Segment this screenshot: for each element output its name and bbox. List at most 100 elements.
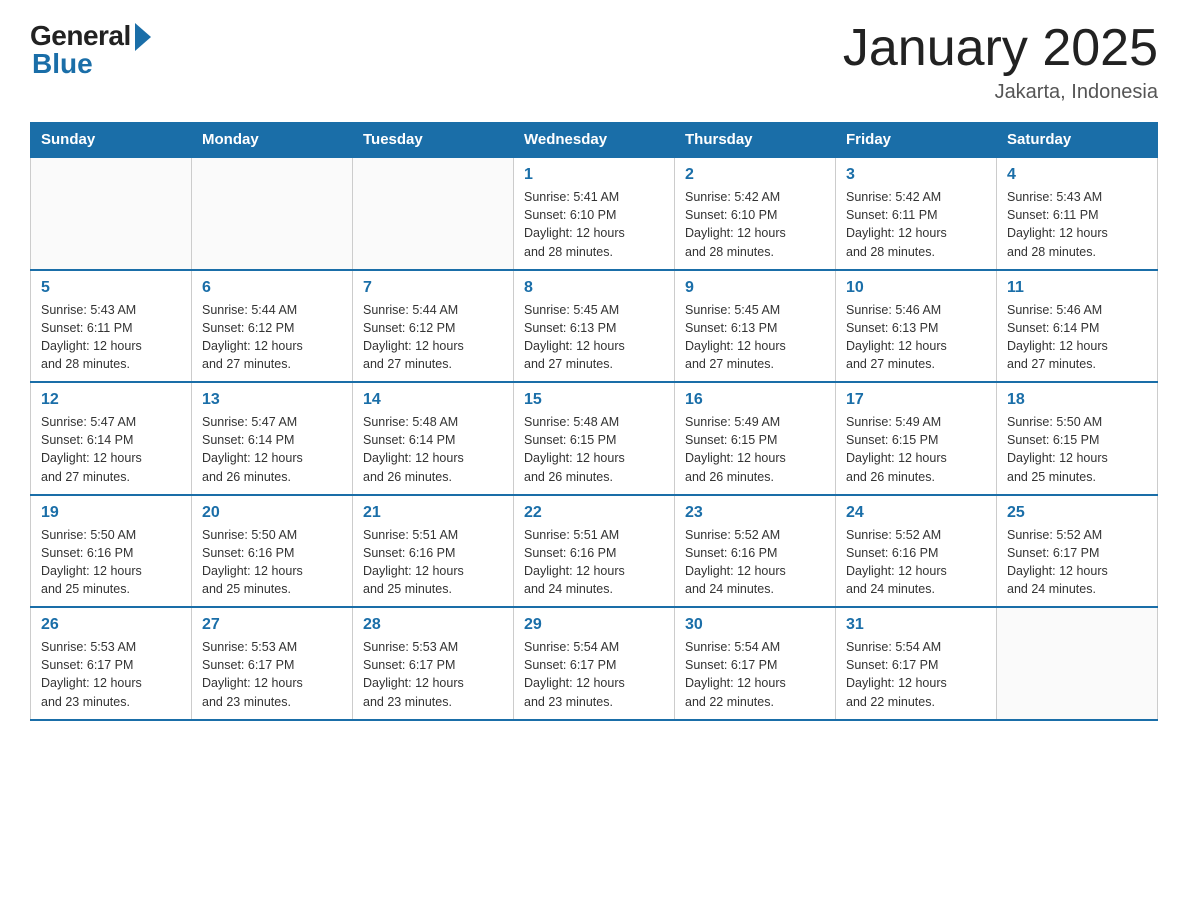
table-row: 16 Sunrise: 5:49 AMSunset: 6:15 PMDayligh…: [675, 382, 836, 495]
day-number: 13: [202, 391, 342, 409]
day-info: Sunrise: 5:46 AMSunset: 6:14 PMDaylight:…: [1007, 301, 1147, 374]
day-info: Sunrise: 5:53 AMSunset: 6:17 PMDaylight:…: [363, 638, 503, 711]
day-number: 17: [846, 391, 986, 409]
table-row: 20Sunrise: 5:50 AMSunset: 6:16 PMDayligh…: [192, 495, 353, 608]
day-info: Sunrise: 5:52 AMSunset: 6:16 PMDaylight:…: [685, 526, 825, 599]
table-row: 12 Sunrise: 5:47 AMSunset: 6:14 PMDayligh…: [31, 382, 192, 495]
calendar-table: Sunday Monday Tuesday Wednesday Thursday…: [30, 122, 1158, 721]
calendar-week-5: 26 Sunrise: 5:53 AMSunset: 6:17 PMDayligh…: [31, 607, 1158, 720]
day-info: Sunrise: 5:54 AMSunset: 6:17 PMDaylight:…: [846, 638, 986, 711]
day-number: 6: [202, 279, 342, 297]
day-number: 19: [41, 504, 181, 522]
table-row: 26 Sunrise: 5:53 AMSunset: 6:17 PMDayligh…: [31, 607, 192, 720]
day-info: Sunrise: 5:42 AMSunset: 6:10 PMDaylight:…: [685, 188, 825, 261]
logo-blue-text: Blue: [32, 48, 93, 80]
day-number: 8: [524, 279, 664, 297]
logo: General Blue: [30, 20, 151, 80]
day-number: 3: [846, 166, 986, 184]
table-row: [31, 157, 192, 270]
table-row: 14 Sunrise: 5:48 AMSunset: 6:14 PMDayligh…: [353, 382, 514, 495]
day-info: Sunrise: 5:53 AMSunset: 6:17 PMDaylight:…: [202, 638, 342, 711]
header-tuesday: Tuesday: [353, 123, 514, 158]
header-monday: Monday: [192, 123, 353, 158]
header-saturday: Saturday: [997, 123, 1158, 158]
table-row: 2Sunrise: 5:42 AMSunset: 6:10 PMDaylight…: [675, 157, 836, 270]
day-number: 16: [685, 391, 825, 409]
calendar-week-4: 19 Sunrise: 5:50 AMSunset: 6:16 PMDayligh…: [31, 495, 1158, 608]
day-number: 1: [524, 166, 664, 184]
day-number: 11: [1007, 279, 1147, 297]
calendar-header-row: Sunday Monday Tuesday Wednesday Thursday…: [31, 123, 1158, 158]
calendar-title: January 2025: [843, 20, 1158, 77]
day-number: 9: [685, 279, 825, 297]
day-info: Sunrise: 5:45 AMSunset: 6:13 PMDaylight:…: [524, 301, 664, 374]
day-number: 30: [685, 616, 825, 634]
header-sunday: Sunday: [31, 123, 192, 158]
day-number: 22: [524, 504, 664, 522]
day-number: 5: [41, 279, 181, 297]
day-info: Sunrise: 5:47 AMSunset: 6:14 PMDaylight:…: [202, 413, 342, 486]
day-number: 10: [846, 279, 986, 297]
table-row: 23 Sunrise: 5:52 AMSunset: 6:16 PMDayligh…: [675, 495, 836, 608]
day-number: 21: [363, 504, 503, 522]
day-number: 26: [41, 616, 181, 634]
table-row: 24 Sunrise: 5:52 AMSunset: 6:16 PMDayligh…: [836, 495, 997, 608]
header-wednesday: Wednesday: [514, 123, 675, 158]
table-row: 3 Sunrise: 5:42 AMSunset: 6:11 PMDaylight…: [836, 157, 997, 270]
table-row: 4 Sunrise: 5:43 AMSunset: 6:11 PMDaylight…: [997, 157, 1158, 270]
day-number: 15: [524, 391, 664, 409]
day-number: 27: [202, 616, 342, 634]
day-number: 14: [363, 391, 503, 409]
calendar-week-1: 1Sunrise: 5:41 AMSunset: 6:10 PMDaylight…: [31, 157, 1158, 270]
table-row: 10 Sunrise: 5:46 AMSunset: 6:13 PMDayligh…: [836, 270, 997, 383]
table-row: 18 Sunrise: 5:50 AMSunset: 6:15 PMDayligh…: [997, 382, 1158, 495]
day-info: Sunrise: 5:43 AMSunset: 6:11 PMDaylight:…: [1007, 188, 1147, 261]
logo-arrow-icon: [135, 23, 151, 51]
table-row: 22 Sunrise: 5:51 AMSunset: 6:16 PMDayligh…: [514, 495, 675, 608]
calendar-location: Jakarta, Indonesia: [843, 81, 1158, 104]
day-number: 7: [363, 279, 503, 297]
table-row: [192, 157, 353, 270]
day-info: Sunrise: 5:52 AMSunset: 6:16 PMDaylight:…: [846, 526, 986, 599]
day-info: Sunrise: 5:47 AMSunset: 6:14 PMDaylight:…: [41, 413, 181, 486]
day-info: Sunrise: 5:50 AMSunset: 6:16 PMDaylight:…: [202, 526, 342, 599]
day-number: 18: [1007, 391, 1147, 409]
header-friday: Friday: [836, 123, 997, 158]
day-number: 23: [685, 504, 825, 522]
day-info: Sunrise: 5:51 AMSunset: 6:16 PMDaylight:…: [524, 526, 664, 599]
day-info: Sunrise: 5:43 AMSunset: 6:11 PMDaylight:…: [41, 301, 181, 374]
page-header: General Blue January 2025 Jakarta, Indon…: [30, 20, 1158, 104]
calendar-week-3: 12 Sunrise: 5:47 AMSunset: 6:14 PMDayligh…: [31, 382, 1158, 495]
day-info: Sunrise: 5:50 AMSunset: 6:15 PMDaylight:…: [1007, 413, 1147, 486]
day-number: 24: [846, 504, 986, 522]
table-row: [997, 607, 1158, 720]
day-info: Sunrise: 5:49 AMSunset: 6:15 PMDaylight:…: [685, 413, 825, 486]
day-number: 12: [41, 391, 181, 409]
table-row: [353, 157, 514, 270]
day-info: Sunrise: 5:48 AMSunset: 6:14 PMDaylight:…: [363, 413, 503, 486]
table-row: 5 Sunrise: 5:43 AMSunset: 6:11 PMDaylight…: [31, 270, 192, 383]
table-row: 31 Sunrise: 5:54 AMSunset: 6:17 PMDayligh…: [836, 607, 997, 720]
day-number: 31: [846, 616, 986, 634]
day-number: 28: [363, 616, 503, 634]
day-info: Sunrise: 5:44 AMSunset: 6:12 PMDaylight:…: [202, 301, 342, 374]
day-number: 4: [1007, 166, 1147, 184]
table-row: 29 Sunrise: 5:54 AMSunset: 6:17 PMDayligh…: [514, 607, 675, 720]
table-row: 8 Sunrise: 5:45 AMSunset: 6:13 PMDaylight…: [514, 270, 675, 383]
table-row: 30 Sunrise: 5:54 AMSunset: 6:17 PMDayligh…: [675, 607, 836, 720]
day-info: Sunrise: 5:54 AMSunset: 6:17 PMDaylight:…: [685, 638, 825, 711]
day-info: Sunrise: 5:42 AMSunset: 6:11 PMDaylight:…: [846, 188, 986, 261]
day-info: Sunrise: 5:52 AMSunset: 6:17 PMDaylight:…: [1007, 526, 1147, 599]
day-info: Sunrise: 5:54 AMSunset: 6:17 PMDaylight:…: [524, 638, 664, 711]
day-info: Sunrise: 5:44 AMSunset: 6:12 PMDaylight:…: [363, 301, 503, 374]
day-info: Sunrise: 5:45 AMSunset: 6:13 PMDaylight:…: [685, 301, 825, 374]
table-row: 6 Sunrise: 5:44 AMSunset: 6:12 PMDaylight…: [192, 270, 353, 383]
table-row: 9 Sunrise: 5:45 AMSunset: 6:13 PMDaylight…: [675, 270, 836, 383]
header-thursday: Thursday: [675, 123, 836, 158]
day-number: 29: [524, 616, 664, 634]
table-row: 17Sunrise: 5:49 AMSunset: 6:15 PMDayligh…: [836, 382, 997, 495]
day-info: Sunrise: 5:46 AMSunset: 6:13 PMDaylight:…: [846, 301, 986, 374]
table-row: 27 Sunrise: 5:53 AMSunset: 6:17 PMDayligh…: [192, 607, 353, 720]
table-row: 11 Sunrise: 5:46 AMSunset: 6:14 PMDayligh…: [997, 270, 1158, 383]
day-info: Sunrise: 5:53 AMSunset: 6:17 PMDaylight:…: [41, 638, 181, 711]
